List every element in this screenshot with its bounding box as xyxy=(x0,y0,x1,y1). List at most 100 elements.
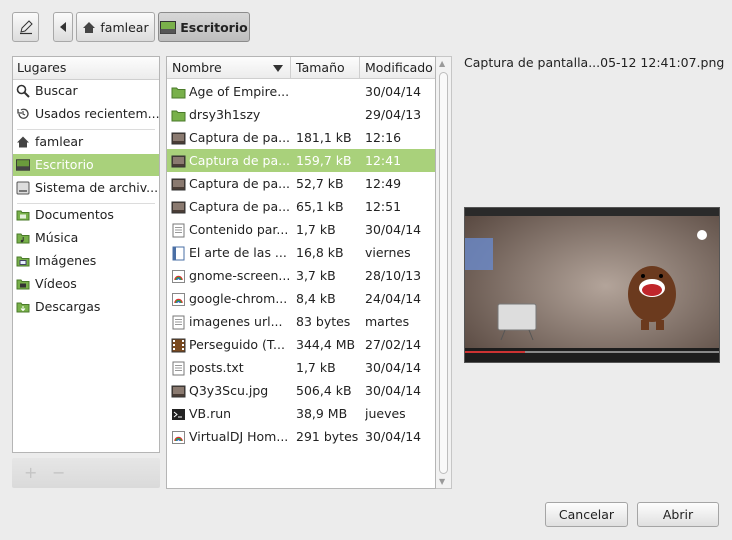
remove-bookmark-button[interactable]: − xyxy=(52,463,65,482)
place-label: Descargas xyxy=(35,299,101,314)
video-icon xyxy=(171,337,186,353)
file-modified: 30/04/14 xyxy=(365,84,422,99)
file-row[interactable]: Perseguido (T... 344,4 MB 27/02/14 xyxy=(167,333,435,356)
document-icon xyxy=(171,245,186,261)
file-row[interactable]: VirtualDJ Hom... 291 bytes 30/04/14 xyxy=(167,425,435,448)
file-name: VB.run xyxy=(189,406,232,421)
file-name: Captura de pa... xyxy=(189,153,289,168)
preview-image xyxy=(464,207,720,363)
file-size: 1,7 kB xyxy=(296,360,336,375)
place-pictures[interactable]: Imágenes xyxy=(13,250,159,272)
file-name: Captura de pa... xyxy=(189,199,289,214)
file-size: 506,4 kB xyxy=(296,383,352,398)
place-music[interactable]: Música xyxy=(13,227,159,249)
file-row[interactable]: Q3y3Scu.jpg 506,4 kB 30/04/14 xyxy=(167,379,435,402)
place-label: famlear xyxy=(35,134,84,149)
file-row[interactable]: drsy3h1szy 29/04/13 xyxy=(167,103,435,126)
folder-icon xyxy=(171,107,186,122)
text-file-icon xyxy=(171,222,186,238)
add-bookmark-button[interactable]: + xyxy=(24,463,37,482)
executable-icon xyxy=(171,406,186,421)
text-file-icon xyxy=(171,314,186,330)
file-name: VirtualDJ Hom... xyxy=(189,429,289,444)
file-row[interactable]: google-chrom... 8,4 kB 24/04/14 xyxy=(167,287,435,310)
column-name-header[interactable]: Nombre xyxy=(167,57,291,79)
place-filesystem[interactable]: Sistema de archiv... xyxy=(13,177,159,199)
file-size: 159,7 kB xyxy=(296,153,352,168)
file-row[interactable]: El arte de las ... 16,8 kB viernes xyxy=(167,241,435,264)
file-row[interactable]: gnome-screen... 3,7 kB 28/10/13 xyxy=(167,264,435,287)
column-modified-label: Modificado xyxy=(365,60,433,75)
scrollbar-thumb[interactable] xyxy=(439,72,448,474)
column-size-label: Tamaño xyxy=(296,60,345,75)
file-modified: 30/04/14 xyxy=(365,222,422,237)
place-label: Usados recientem... xyxy=(35,106,159,121)
image-icon xyxy=(171,176,186,191)
place-label: Escritorio xyxy=(35,157,94,172)
image-icon xyxy=(171,153,186,168)
column-modified-header[interactable]: Modificado xyxy=(360,57,435,79)
file-name: Perseguido (T... xyxy=(189,337,285,352)
file-size: 38,9 MB xyxy=(296,406,348,421)
image-icon xyxy=(171,383,186,398)
place-label: Sistema de archiv... xyxy=(35,180,159,195)
cancel-button[interactable]: Cancelar xyxy=(545,502,628,527)
places-panel: Lugares Buscar Usados recientem... famle… xyxy=(12,56,160,453)
file-row[interactable]: imagenes url... 83 bytes martes xyxy=(167,310,435,333)
place-downloads[interactable]: Descargas xyxy=(13,296,159,318)
file-list: Nombre Tamaño Modificado Age of Empire..… xyxy=(166,56,436,489)
folder-icon xyxy=(171,84,186,99)
places-header: Lugares xyxy=(13,57,159,80)
cancel-label: Cancelar xyxy=(558,507,615,522)
scroll-down-icon[interactable]: ▼ xyxy=(439,477,445,486)
column-size-header[interactable]: Tamaño xyxy=(291,57,360,79)
file-row[interactable]: VB.run 38,9 MB jueves xyxy=(167,402,435,425)
place-home[interactable]: famlear xyxy=(13,131,159,153)
file-modified: 12:16 xyxy=(365,130,402,145)
file-row[interactable]: Contenido par... 1,7 kB 30/04/14 xyxy=(167,218,435,241)
file-name: Contenido par... xyxy=(189,222,289,237)
file-name: Q3y3Scu.jpg xyxy=(189,383,269,398)
column-name-label: Nombre xyxy=(172,60,222,75)
desktop-file-icon xyxy=(171,268,186,283)
file-name: El arte de las ... xyxy=(189,245,287,260)
file-name: google-chrom... xyxy=(189,291,288,306)
home-icon xyxy=(17,136,29,148)
place-search[interactable]: Buscar xyxy=(13,80,159,102)
edit-location-button[interactable] xyxy=(12,12,39,42)
place-desktop[interactable]: Escritorio xyxy=(13,154,159,176)
file-name: gnome-screen... xyxy=(189,268,289,283)
folder-documents-icon xyxy=(16,210,30,221)
crumb-desktop[interactable]: Escritorio xyxy=(158,12,250,42)
place-label: Imágenes xyxy=(35,253,97,268)
place-videos[interactable]: Vídeos xyxy=(13,273,159,295)
place-documents[interactable]: Documentos xyxy=(13,204,159,226)
image-icon xyxy=(171,199,186,214)
text-file-icon xyxy=(171,360,186,376)
crumb-home[interactable]: famlear xyxy=(76,12,155,42)
places-divider xyxy=(17,129,155,130)
open-button[interactable]: Abrir xyxy=(637,502,719,527)
folder-music-icon xyxy=(16,233,30,244)
file-row[interactable]: Captura de pa... 65,1 kB 12:51 xyxy=(167,195,435,218)
file-size: 1,7 kB xyxy=(296,222,336,237)
file-row[interactable]: posts.txt 1,7 kB 30/04/14 xyxy=(167,356,435,379)
file-modified: 30/04/14 xyxy=(365,360,422,375)
file-list-scrollbar[interactable]: ▲ ▼ xyxy=(436,56,452,489)
file-row[interactable]: Captura de pa... 181,1 kB 12:16 xyxy=(167,126,435,149)
file-name: Captura de pa... xyxy=(189,176,289,191)
crumb-label: Escritorio xyxy=(180,19,248,35)
scroll-up-icon[interactable]: ▲ xyxy=(439,59,445,68)
file-row[interactable]: Age of Empire... 30/04/14 xyxy=(167,80,435,103)
file-name: posts.txt xyxy=(189,360,244,375)
file-row[interactable]: Captura de pa... 159,7 kB 12:41 xyxy=(167,149,435,172)
path-back-button[interactable] xyxy=(53,12,73,42)
place-label: Buscar xyxy=(35,83,78,98)
search-icon xyxy=(16,84,30,98)
file-size: 65,1 kB xyxy=(296,199,344,214)
file-modified: 27/02/14 xyxy=(365,337,422,352)
file-modified: 12:49 xyxy=(365,176,402,191)
places-buttons: + − xyxy=(12,458,160,488)
file-row[interactable]: Captura de pa... 52,7 kB 12:49 xyxy=(167,172,435,195)
place-recent[interactable]: Usados recientem... xyxy=(13,103,159,125)
